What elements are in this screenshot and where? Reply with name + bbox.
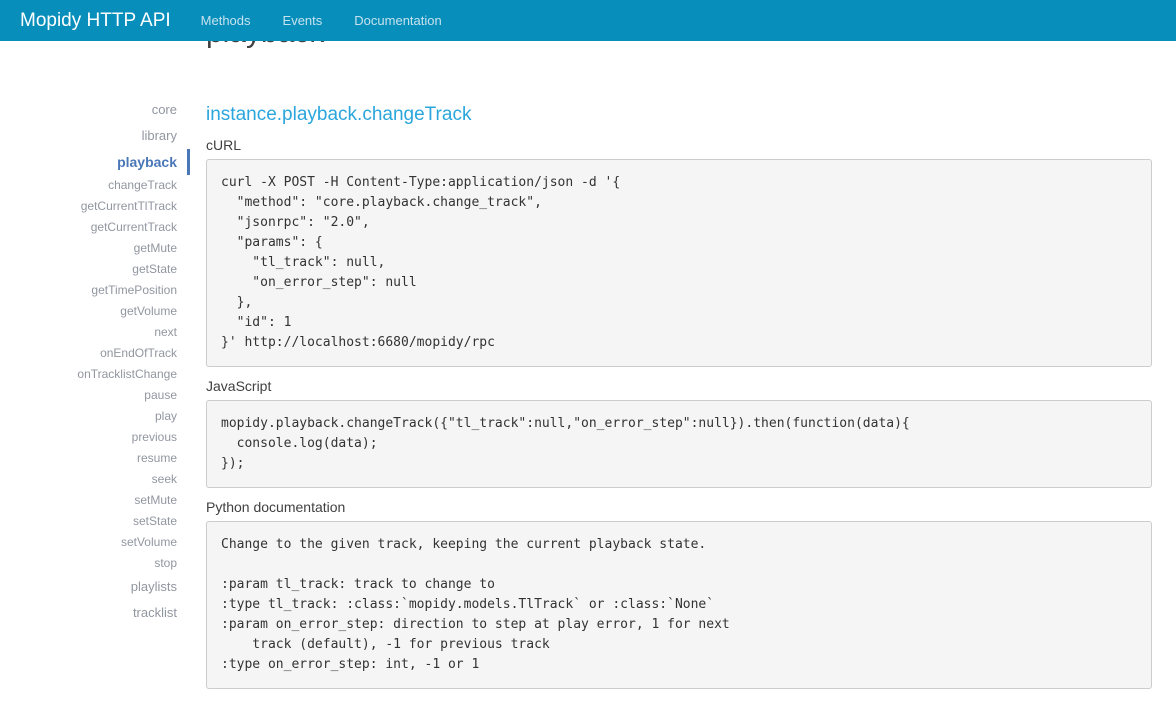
sidebar-item-core[interactable]: core — [0, 97, 190, 123]
code-section: cURL curl -X POST -H Content-Type:applica… — [206, 137, 1152, 367]
sidebar-item-setVolume[interactable]: setVolume — [0, 532, 190, 553]
sidebar-item-play[interactable]: play — [0, 406, 190, 427]
sidebar-item-setState[interactable]: setState — [0, 511, 190, 532]
page-layout: corelibraryplaybackchangeTrackgetCurrent… — [0, 0, 1176, 699]
sidebar-item-setMute[interactable]: setMute — [0, 490, 190, 511]
navbar-link-methods[interactable]: Methods — [185, 0, 267, 41]
navbar-link-documentation[interactable]: Documentation — [338, 0, 457, 41]
navbar-links: MethodsEventsDocumentation — [185, 0, 458, 41]
sidebar-item-getMute[interactable]: getMute — [0, 238, 190, 259]
sidebar-item-library[interactable]: library — [0, 123, 190, 149]
sidebar-item-stop[interactable]: stop — [0, 553, 190, 574]
brand-title[interactable]: Mopidy HTTP API — [20, 10, 171, 32]
sidebar-item-getVolume[interactable]: getVolume — [0, 301, 190, 322]
sidebar-item-changeTrack[interactable]: changeTrack — [0, 175, 190, 196]
sidebar-nav: corelibraryplaybackchangeTrackgetCurrent… — [0, 0, 190, 626]
sidebar-item-pause[interactable]: pause — [0, 385, 190, 406]
sidebar-item-onTracklistChange[interactable]: onTracklistChange — [0, 364, 190, 385]
sidebar-item-resume[interactable]: resume — [0, 448, 190, 469]
section-label: Python documentation — [206, 499, 1152, 515]
top-navbar: Mopidy HTTP API MethodsEventsDocumentati… — [0, 0, 1176, 41]
sidebar-item-previous[interactable]: previous — [0, 427, 190, 448]
sidebar-item-getState[interactable]: getState — [0, 259, 190, 280]
method-title: instance.playback.changeTrack — [206, 104, 1152, 126]
code-block: curl -X POST -H Content-Type:application… — [206, 159, 1152, 367]
sidebar-item-seek[interactable]: seek — [0, 469, 190, 490]
section-label: cURL — [206, 137, 1152, 153]
code-sections: cURL curl -X POST -H Content-Type:applica… — [206, 137, 1152, 689]
sidebar-item-next[interactable]: next — [0, 322, 190, 343]
section-label: JavaScript — [206, 378, 1152, 394]
sidebar-item-onEndOfTrack[interactable]: onEndOfTrack — [0, 343, 190, 364]
navbar-link-events[interactable]: Events — [267, 0, 339, 41]
sidebar-item-playlists[interactable]: playlists — [0, 574, 190, 600]
code-section: JavaScript mopidy.playback.changeTrack({"… — [206, 378, 1152, 488]
main-content: playback instance.playback.changeTrack c… — [206, 0, 1152, 699]
code-section: Python documentation Change to the given … — [206, 499, 1152, 689]
sidebar-item-playback[interactable]: playback — [0, 149, 190, 175]
code-block: mopidy.playback.changeTrack({"tl_track":… — [206, 400, 1152, 488]
sidebar-item-getCurrentTlTrack[interactable]: getCurrentTlTrack — [0, 196, 190, 217]
sidebar-item-getTimePosition[interactable]: getTimePosition — [0, 280, 190, 301]
sidebar-item-getCurrentTrack[interactable]: getCurrentTrack — [0, 217, 190, 238]
sidebar-item-tracklist[interactable]: tracklist — [0, 600, 190, 626]
code-block: Change to the given track, keeping the c… — [206, 521, 1152, 689]
